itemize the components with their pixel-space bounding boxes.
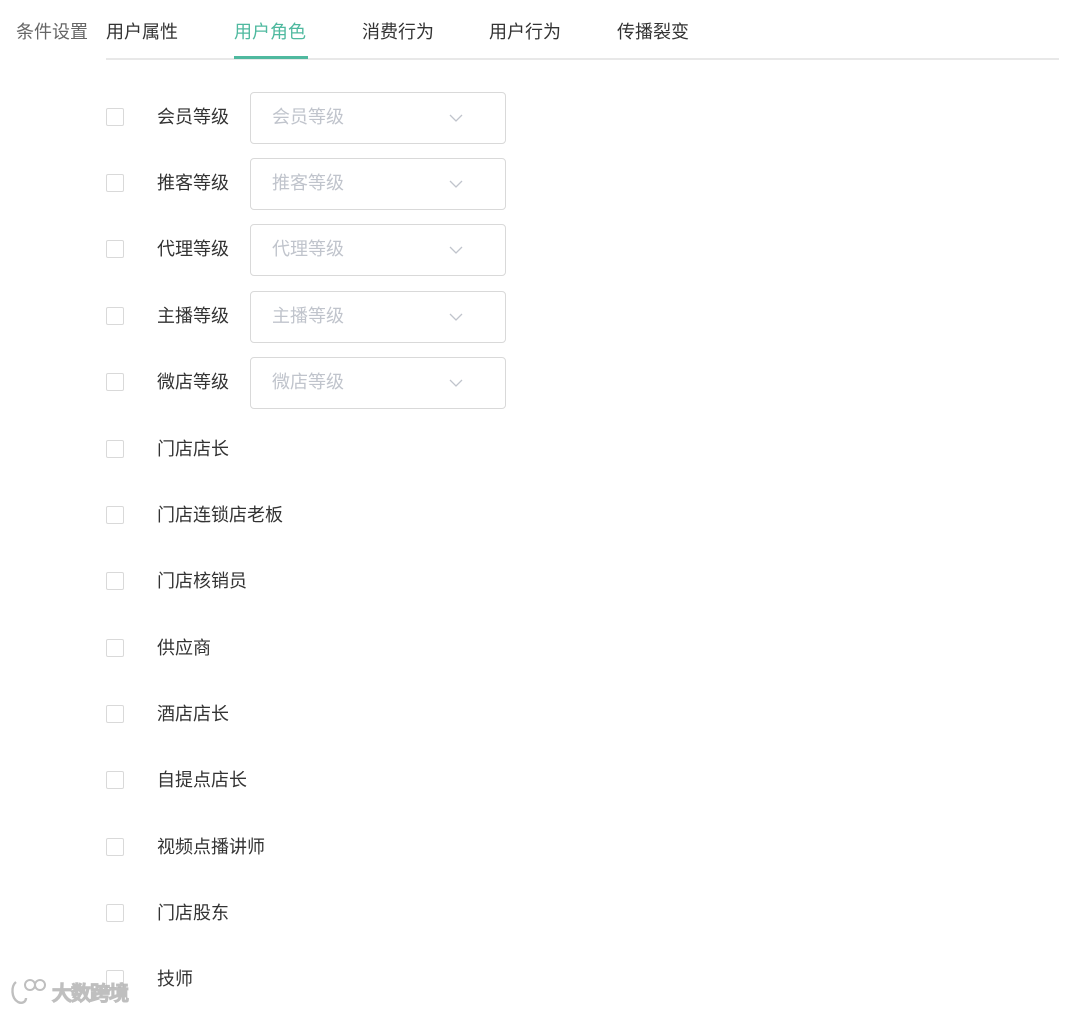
- pickup-point-manager-label: 自提点店长: [157, 770, 247, 791]
- microstore-level-checkbox[interactable]: [106, 373, 124, 391]
- row-agent-level: 代理等级 代理等级: [106, 224, 526, 276]
- vod-lecturer-checkbox[interactable]: [106, 838, 124, 856]
- promoter-level-label: 推客等级: [157, 173, 229, 194]
- select-placeholder: 代理等级: [272, 239, 344, 260]
- technician-label: 技师: [157, 969, 193, 990]
- condition-settings-label: 条件设置: [16, 22, 88, 43]
- select-placeholder: 会员等级: [272, 107, 344, 128]
- select-placeholder: 推客等级: [272, 173, 344, 194]
- promoter-level-select[interactable]: 推客等级: [250, 158, 506, 210]
- store-shareholder-checkbox[interactable]: [106, 904, 124, 922]
- row-vod-lecturer: 视频点播讲师: [106, 822, 526, 874]
- agent-level-label: 代理等级: [157, 239, 229, 260]
- row-member-level: 会员等级 会员等级: [106, 92, 526, 144]
- chevron-down-icon: [449, 313, 463, 321]
- row-store-verifier: 门店核销员: [106, 556, 526, 608]
- microstore-level-select[interactable]: 微店等级: [250, 357, 506, 409]
- streamer-level-label: 主播等级: [157, 306, 229, 327]
- tab-user-behavior[interactable]: 用户行为: [489, 20, 561, 46]
- tab-consumption-behavior[interactable]: 消费行为: [362, 20, 434, 46]
- row-promoter-level: 推客等级 推客等级: [106, 158, 526, 210]
- tab-user-roles[interactable]: 用户角色: [234, 20, 306, 46]
- chevron-down-icon: [449, 180, 463, 188]
- watermark-text: 大数跨境: [52, 980, 130, 1005]
- hotel-manager-label: 酒店店长: [157, 704, 229, 725]
- row-streamer-level: 主播等级 主播等级: [106, 291, 526, 343]
- select-placeholder: 主播等级: [272, 306, 344, 327]
- promoter-level-checkbox[interactable]: [106, 174, 124, 192]
- row-pickup-point-manager: 自提点店长: [106, 755, 526, 807]
- hotel-manager-checkbox[interactable]: [106, 705, 124, 723]
- store-verifier-checkbox[interactable]: [106, 572, 124, 590]
- streamer-level-checkbox[interactable]: [106, 307, 124, 325]
- logo-icon: [11, 979, 46, 1004]
- chevron-down-icon: [449, 114, 463, 122]
- microstore-level-label: 微店等级: [157, 372, 229, 393]
- pickup-point-manager-checkbox[interactable]: [106, 771, 124, 789]
- store-verifier-label: 门店核销员: [157, 571, 247, 592]
- supplier-checkbox[interactable]: [106, 639, 124, 657]
- chain-store-owner-label: 门店连锁店老板: [157, 505, 283, 526]
- tab-user-attributes[interactable]: 用户属性: [106, 20, 178, 46]
- row-microstore-level: 微店等级 微店等级: [106, 357, 526, 409]
- member-level-label: 会员等级: [157, 107, 229, 128]
- chevron-down-icon: [449, 246, 463, 254]
- chain-store-owner-checkbox[interactable]: [106, 506, 124, 524]
- row-supplier: 供应商: [106, 623, 526, 675]
- active-tab-indicator: [234, 56, 308, 59]
- row-hotel-manager: 酒店店长: [106, 689, 526, 741]
- row-technician: 技师: [106, 954, 526, 1006]
- supplier-label: 供应商: [157, 638, 211, 659]
- store-shareholder-label: 门店股东: [157, 903, 229, 924]
- agent-level-select[interactable]: 代理等级: [250, 224, 506, 276]
- chevron-down-icon: [449, 379, 463, 387]
- store-manager-label: 门店店长: [157, 439, 229, 460]
- row-chain-store-owner: 门店连锁店老板: [106, 490, 526, 542]
- store-manager-checkbox[interactable]: [106, 440, 124, 458]
- select-placeholder: 微店等级: [272, 372, 344, 393]
- agent-level-checkbox[interactable]: [106, 240, 124, 258]
- tab-viral-spread[interactable]: 传播裂变: [617, 20, 689, 46]
- member-level-select[interactable]: 会员等级: [250, 92, 506, 144]
- member-level-checkbox[interactable]: [106, 108, 124, 126]
- watermark: 大数跨境: [8, 974, 130, 1008]
- role-tabs: 用户属性 用户角色 消费行为 用户行为 传播裂变: [106, 0, 1059, 60]
- row-store-shareholder: 门店股东: [106, 888, 526, 940]
- streamer-level-select[interactable]: 主播等级: [250, 291, 506, 343]
- row-store-manager: 门店店长: [106, 424, 526, 476]
- vod-lecturer-label: 视频点播讲师: [157, 837, 265, 858]
